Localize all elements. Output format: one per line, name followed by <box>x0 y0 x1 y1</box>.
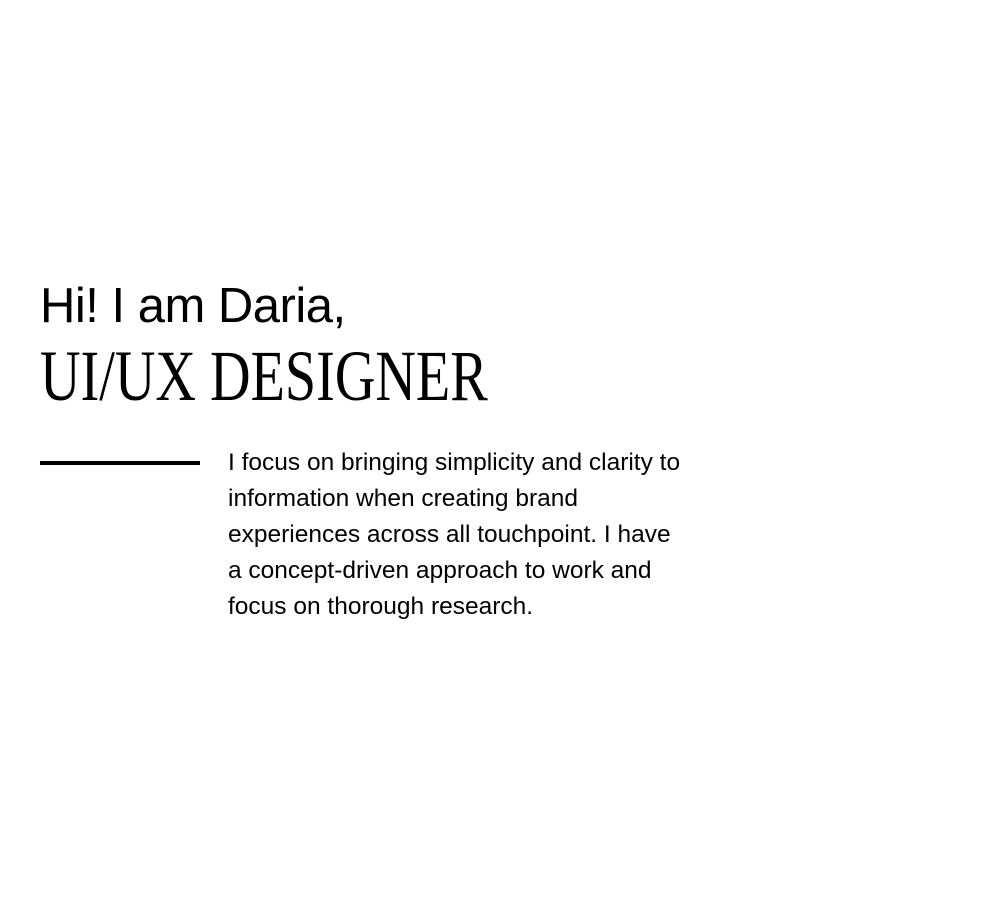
role-title: UI/UX DESIGNER <box>40 336 488 416</box>
bio-paragraph: I focus on bringing simplicity and clari… <box>228 445 680 625</box>
bio-line: I focus on bringing simplicity and clari… <box>228 449 681 476</box>
greeting-heading: Hi! I am Daria, <box>40 279 346 333</box>
bio-line: information when creating brand <box>228 485 579 512</box>
bio-line: a concept-driven approach to work and <box>228 557 652 584</box>
divider-line <box>40 461 200 465</box>
bio-line: focus on thorough research. <box>228 593 534 620</box>
bio-line: experiences across all touchpoint. I hav… <box>228 521 671 548</box>
